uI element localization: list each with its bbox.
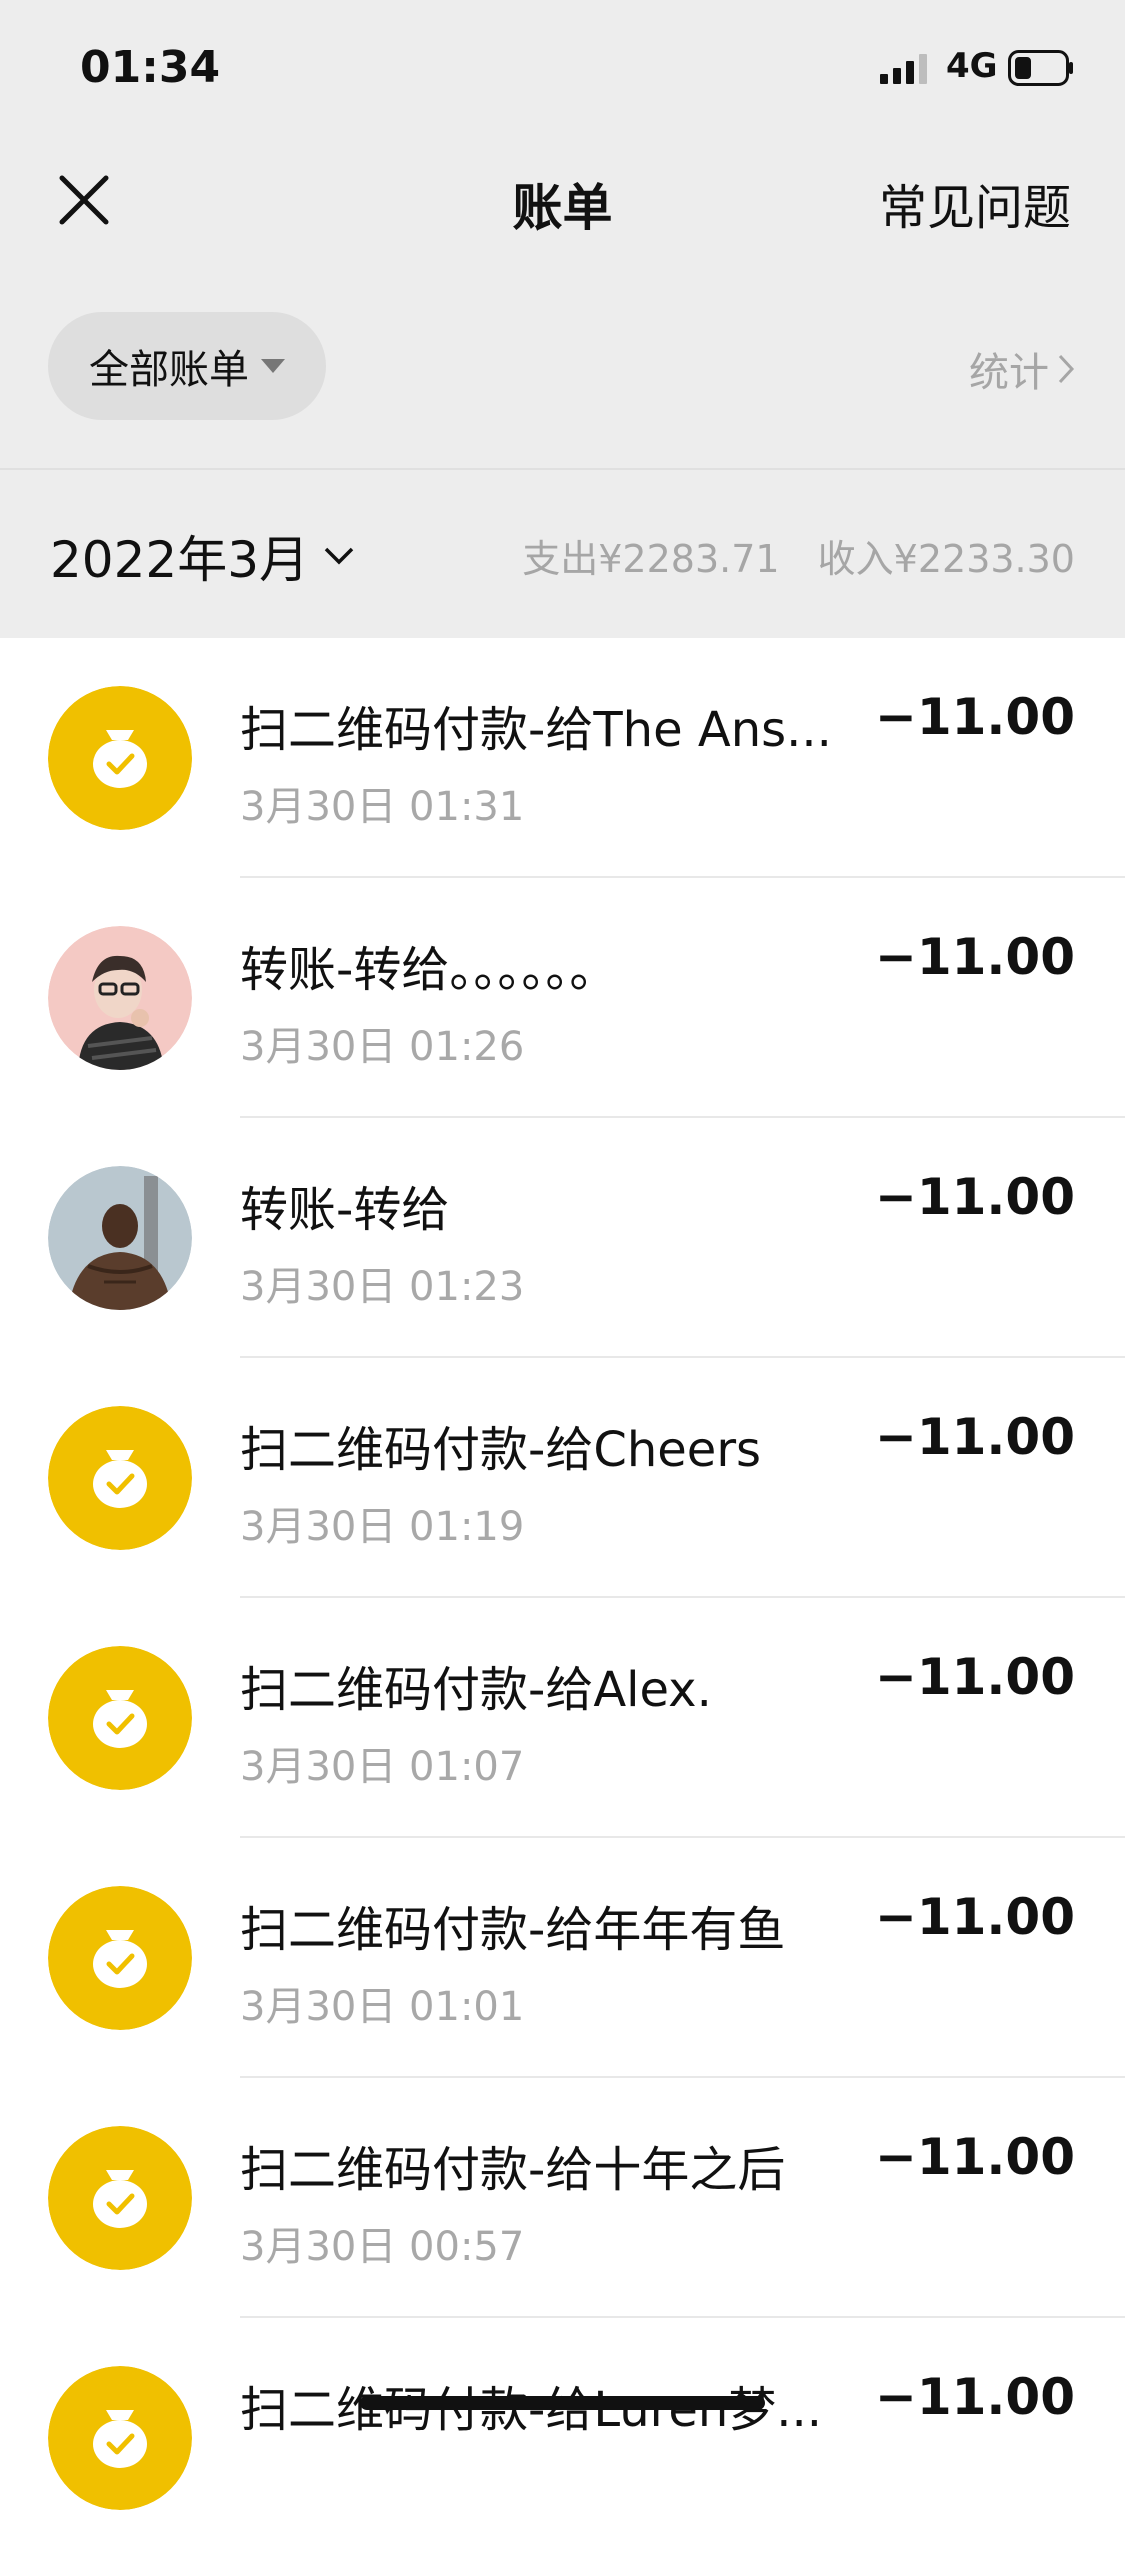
- wallet-icon: [48, 1886, 192, 2030]
- wallet-icon: [48, 1406, 192, 1550]
- transaction-title: 扫二维码付款-给十年之后: [240, 2142, 786, 2198]
- statistics-link[interactable]: 统计: [969, 340, 1075, 398]
- wallet-icon: [48, 2366, 192, 2510]
- transaction-title: 扫二维码付款-给Alex.: [240, 1662, 712, 1718]
- user-avatar: [48, 1166, 192, 1310]
- transaction-amount: −11.00: [874, 2368, 1075, 2426]
- income-total: 收入¥2233.30: [817, 537, 1075, 581]
- transaction-amount: −11.00: [874, 1168, 1075, 1226]
- wallet-icon: [48, 686, 192, 830]
- month-selector[interactable]: 2022年3月: [50, 520, 355, 592]
- transaction-title: 扫二维码付款-给年年有鱼: [240, 1902, 786, 1958]
- transaction-row[interactable]: 转账-转给 3月30日 01:23 −11.00: [0, 1118, 1125, 1358]
- transaction-amount: −11.00: [874, 1888, 1075, 1946]
- divider: [0, 468, 1125, 470]
- transaction-time: 3月30日 01:31: [240, 784, 525, 830]
- transaction-title: 扫二维码付款-给Cheers: [240, 1422, 762, 1478]
- transaction-row[interactable]: 扫二维码付款-给Cheers 3月30日 01:19 −11.00: [0, 1358, 1125, 1598]
- transaction-time: 3月30日 01:23: [240, 1264, 525, 1310]
- transaction-row[interactable]: 扫二维码付款-给十年之后 3月30日 00:57 −11.00: [0, 2078, 1125, 2318]
- month-label: 2022年3月: [50, 531, 310, 589]
- transaction-title: 扫二维码付款-给The Ans...: [240, 702, 832, 758]
- bill-filter-button[interactable]: 全部账单: [48, 312, 326, 420]
- expense-total: 支出¥2283.71: [522, 537, 780, 581]
- transaction-time: 3月30日 01:26: [240, 1024, 525, 1070]
- chevron-right-icon: [1058, 354, 1075, 384]
- network-type: 4G: [946, 46, 998, 86]
- transaction-time: 3月30日 00:57: [240, 2224, 525, 2270]
- bill-filter-label: 全部账单: [89, 347, 249, 393]
- transaction-title: 转账-转给。。。。。。: [240, 942, 618, 998]
- wallet-icon: [48, 2126, 192, 2270]
- transaction-row[interactable]: 扫二维码付款-给年年有鱼 3月30日 01:01 −11.00: [0, 1838, 1125, 2078]
- transaction-row[interactable]: 扫二维码付款-给Luren梦... −11.00: [0, 2318, 1125, 2558]
- transaction-amount: −11.00: [874, 928, 1075, 986]
- transaction-amount: −11.00: [874, 2128, 1075, 2186]
- header-area: 01:34 4G 账单 常见问题 全部账单 统计 2022年3月 支出¥2283…: [0, 0, 1125, 638]
- home-indicator[interactable]: [360, 2396, 765, 2410]
- statistics-label: 统计: [969, 350, 1049, 396]
- transaction-row[interactable]: 转账-转给。。。。。。 3月30日 01:26 −11.00: [0, 878, 1125, 1118]
- transaction-time: 3月30日 01:19: [240, 1504, 525, 1550]
- transaction-time: 3月30日 01:07: [240, 1744, 525, 1790]
- signal-strength-icon: [880, 54, 927, 84]
- navigation-bar: 账单 常见问题: [0, 140, 1125, 260]
- transaction-amount: −11.00: [874, 688, 1075, 746]
- transaction-row[interactable]: 扫二维码付款-给Alex. 3月30日 01:07 −11.00: [0, 1598, 1125, 1838]
- caret-down-icon: [261, 359, 285, 373]
- wallet-icon: [48, 1646, 192, 1790]
- transaction-time: 3月30日 01:01: [240, 1984, 525, 2030]
- transaction-title: 转账-转给: [240, 1182, 450, 1238]
- transaction-amount: −11.00: [874, 1648, 1075, 1706]
- transaction-list: 扫二维码付款-给The Ans... 3月30日 01:31 −11.00 转账…: [0, 638, 1125, 2558]
- status-time: 01:34: [80, 42, 221, 93]
- status-bar: 01:34 4G: [0, 0, 1125, 140]
- chevron-down-icon: [324, 547, 354, 565]
- month-summary: 支出¥2283.71 收入¥2233.30: [496, 528, 1075, 583]
- battery-icon: [1008, 50, 1073, 86]
- user-avatar: [48, 926, 192, 1070]
- transaction-row[interactable]: 扫二维码付款-给The Ans... 3月30日 01:31 −11.00: [0, 638, 1125, 878]
- faq-link[interactable]: 常见问题: [879, 168, 1071, 238]
- transaction-amount: −11.00: [874, 1408, 1075, 1466]
